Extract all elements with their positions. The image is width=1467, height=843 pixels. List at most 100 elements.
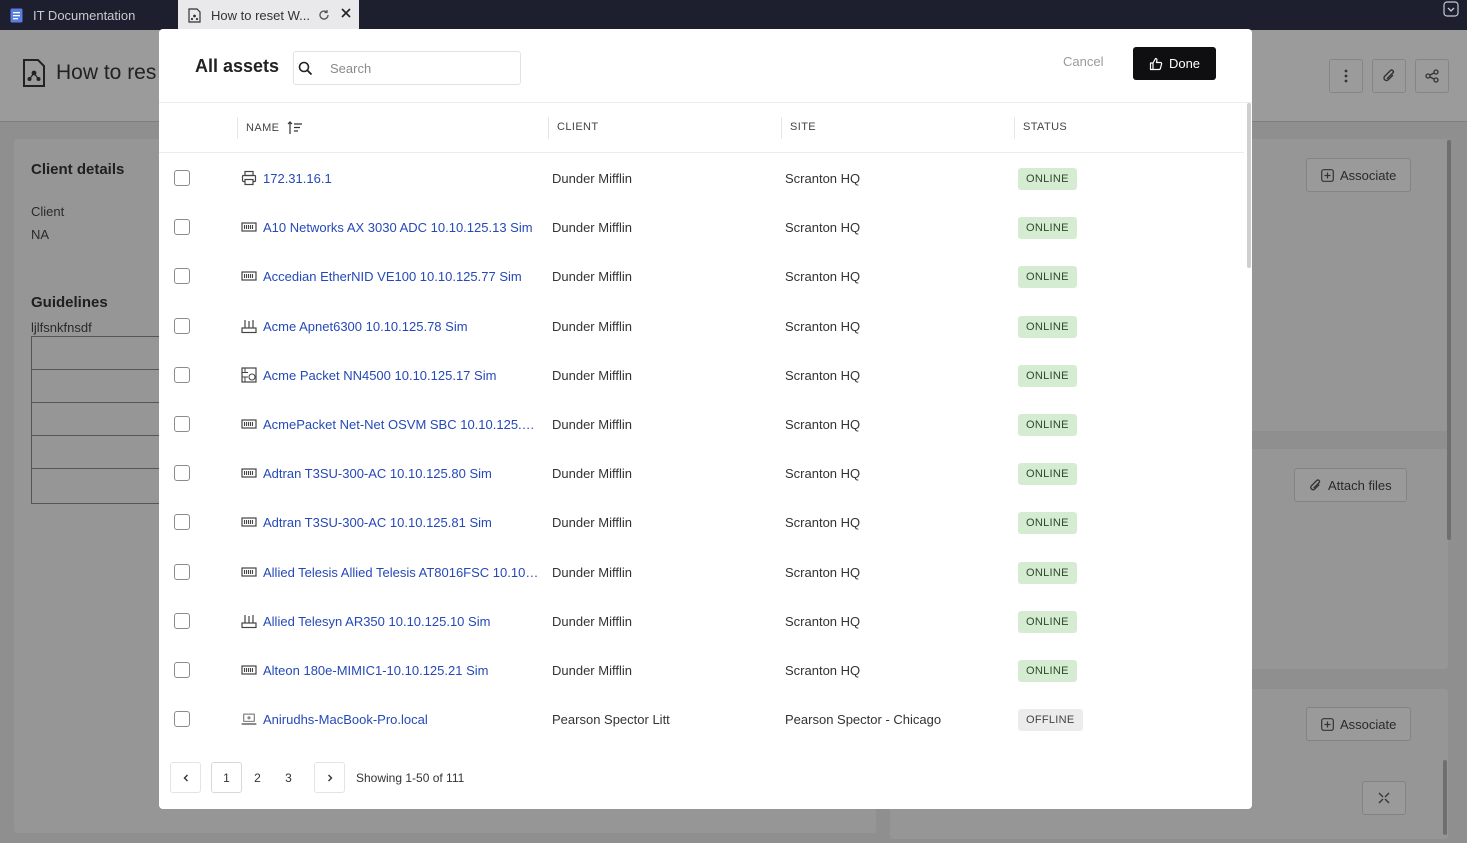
status-badge: ONLINE	[1018, 266, 1077, 289]
tab-how-to-reset[interactable]: How to reset W...	[178, 0, 359, 30]
column-header-name[interactable]: NAME	[246, 121, 303, 135]
asset-name-link[interactable]: Adtran T3SU-300-AC 10.10.125.81 Sim	[263, 515, 539, 530]
tab-it-documentation[interactable]: IT Documentation	[0, 0, 176, 30]
table-row[interactable]: A10 Networks AX 3030 ADC 10.10.125.13 Si…	[159, 203, 1244, 252]
column-header-client[interactable]: CLIENT	[557, 121, 599, 133]
asset-name-link[interactable]: 172.31.16.1	[263, 171, 539, 186]
row-checkbox[interactable]	[174, 170, 190, 186]
share-button[interactable]	[1415, 59, 1449, 93]
sort-ascending-icon[interactable]	[287, 121, 303, 135]
column-divider	[237, 117, 238, 139]
cancel-button[interactable]: Cancel	[1063, 54, 1103, 69]
table-header: NAME CLIENT SITE STATUS	[159, 103, 1244, 153]
search-box	[293, 51, 521, 85]
close-icon[interactable]	[339, 6, 353, 20]
asset-site: Scranton HQ	[785, 367, 861, 383]
column-header-status[interactable]: STATUS	[1023, 121, 1067, 133]
asset-name-link[interactable]: AcmePacket Net-Net OSVM SBC 10.10.125.7.…	[263, 417, 539, 432]
search-input[interactable]	[330, 60, 510, 76]
more-options-button[interactable]	[1329, 59, 1363, 93]
asset-client: Dunder Mifflin	[552, 662, 632, 678]
table-row[interactable]: Accedian EtherNID VE100 10.10.125.77 Sim…	[159, 252, 1244, 301]
chevron-down-icon[interactable]	[1443, 1, 1459, 17]
associate-button[interactable]: Associate	[1306, 158, 1412, 192]
laptop-icon	[241, 711, 257, 727]
plus-square-icon	[1321, 717, 1334, 731]
row-checkbox[interactable]	[174, 415, 190, 432]
page-button-3[interactable]: 3	[273, 762, 304, 793]
asset-name-link[interactable]: Acme Packet NN4500 10.10.125.17 Sim	[263, 368, 539, 383]
column-divider	[1014, 117, 1015, 139]
row-checkbox[interactable]	[174, 514, 190, 531]
table-row[interactable]: Adtran T3SU-300-AC 10.10.125.80 Sim Dunde…	[159, 449, 1244, 498]
share-icon	[1425, 69, 1439, 83]
column-divider	[781, 117, 782, 139]
asset-name-link[interactable]: Alteon 180e-MIMIC1-10.10.125.21 Sim	[263, 663, 539, 678]
asset-client: Dunder Mifflin	[552, 515, 632, 531]
row-checkbox[interactable]	[174, 317, 190, 334]
asset-name-link[interactable]: Anirudhs-MacBook-Pro.local	[263, 712, 539, 727]
modal-scrollbar[interactable]	[1247, 103, 1251, 268]
asset-site: Scranton HQ	[785, 662, 861, 678]
associate-button-2[interactable]: Associate	[1306, 707, 1412, 741]
table-row[interactable]: Allied Telesis Allied Telesis AT8016FSC …	[159, 548, 1244, 597]
table-row[interactable]: Acme Apnet6300 10.10.125.78 Sim Dunder Mi…	[159, 302, 1244, 351]
table-row[interactable]: AcmePacket Net-Net OSVM SBC 10.10.125.7.…	[159, 400, 1244, 449]
row-checkbox[interactable]	[174, 219, 190, 236]
table-row[interactable]: Alteon 180e-MIMIC1-10.10.125.21 Sim Dunde…	[159, 646, 1244, 695]
asset-site: Scranton HQ	[785, 318, 861, 334]
table-row[interactable]: 172.31.16.1 Dunder Mifflin Scranton HQ ONLI…	[159, 154, 1244, 203]
printer-icon	[241, 170, 257, 186]
attach-button[interactable]	[1372, 59, 1406, 93]
asset-name-link[interactable]: Adtran T3SU-300-AC 10.10.125.80 Sim	[263, 466, 539, 481]
asset-name-link[interactable]: Accedian EtherNID VE100 10.10.125.77 Sim	[263, 269, 539, 284]
tab-title: How to reset W...	[211, 7, 310, 23]
asset-client: Dunder Mifflin	[552, 318, 632, 334]
status-badge: ONLINE	[1018, 413, 1077, 436]
page-button-2[interactable]: 2	[242, 762, 273, 793]
row-checkbox[interactable]	[174, 268, 190, 285]
row-checkbox[interactable]	[174, 563, 190, 580]
row-checkbox[interactable]	[174, 711, 190, 728]
status-badge: ONLINE	[1018, 217, 1077, 240]
network-device-icon	[241, 465, 257, 481]
status-badge: ONLINE	[1018, 512, 1077, 535]
client-value: NA	[31, 227, 50, 242]
guidelines-table	[31, 336, 171, 504]
expand-button[interactable]	[1362, 781, 1406, 815]
asset-name-link[interactable]: Acme Apnet6300 10.10.125.78 Sim	[263, 319, 539, 334]
previous-page-button[interactable]	[170, 762, 201, 793]
guidelines-text: ljlfsnkfnsdf	[31, 320, 92, 335]
pagination-summary: Showing 1-50 of 111	[356, 770, 465, 785]
assets-table-body: 172.31.16.1 Dunder Mifflin Scranton HQ ONLI…	[159, 154, 1244, 744]
browser-tab-bar: IT Documentation How to reset W...	[0, 0, 1467, 30]
guidelines-heading: Guidelines	[31, 294, 108, 311]
loading-icon	[319, 10, 329, 20]
attach-files-button[interactable]: Attach files	[1294, 468, 1407, 502]
next-page-button[interactable]	[314, 762, 345, 793]
table-row[interactable]: Allied Telesyn AR350 10.10.125.10 Sim Dun…	[159, 597, 1244, 646]
asset-client: Dunder Mifflin	[552, 466, 632, 482]
row-checkbox[interactable]	[174, 661, 190, 678]
asset-name-link[interactable]: Allied Telesis Allied Telesis AT8016FSC …	[263, 565, 539, 580]
asset-name-link[interactable]: Allied Telesyn AR350 10.10.125.10 Sim	[263, 614, 539, 629]
pagination: 1 2 3 Showing 1-50 of 111	[170, 762, 464, 793]
asset-name-link[interactable]: A10 Networks AX 3030 ADC 10.10.125.13 Si…	[263, 220, 539, 235]
row-checkbox[interactable]	[174, 366, 190, 383]
column-header-site[interactable]: SITE	[790, 121, 816, 133]
page-button-1[interactable]: 1	[211, 762, 242, 793]
asset-site: Scranton HQ	[785, 613, 861, 629]
status-badge: OFFLINE	[1018, 709, 1083, 732]
table-row[interactable]: Acme Packet NN4500 10.10.125.17 Sim Dunde…	[159, 351, 1244, 400]
asset-client: Dunder Mifflin	[552, 564, 632, 580]
row-checkbox[interactable]	[174, 465, 190, 482]
associate-label: Associate	[1340, 167, 1397, 183]
status-badge: ONLINE	[1018, 659, 1077, 682]
background-scrollbar[interactable]	[1447, 140, 1451, 540]
row-checkbox[interactable]	[174, 612, 190, 629]
asset-client: Dunder Mifflin	[552, 613, 632, 629]
done-button[interactable]: Done	[1133, 47, 1216, 80]
background-scrollbar-2[interactable]	[1443, 760, 1447, 835]
table-row[interactable]: Anirudhs-MacBook-Pro.local Pearson Specto…	[159, 695, 1244, 744]
table-row[interactable]: Adtran T3SU-300-AC 10.10.125.81 Sim Dunde…	[159, 498, 1244, 547]
